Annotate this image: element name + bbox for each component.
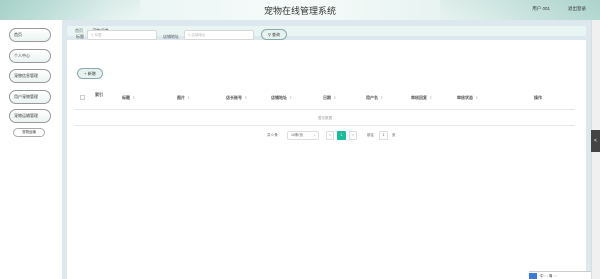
pager-page-suffix: 页 <box>392 133 396 137</box>
table-header: 索引 标题 ⇕ 图片 ⇕ 店长账号 ⇕ 店铺地址 ⇕ 日期 ⇕ 用户名 ⇕ 审核回复 ⇕ 审核… <box>75 85 575 110</box>
column-header-manager-account[interactable]: 店长账号 ⇕ <box>226 95 247 101</box>
select-all-checkbox[interactable] <box>80 95 85 100</box>
column-header-review-status[interactable]: 审核状态 ⇕ <box>457 95 478 101</box>
column-header-shop-address[interactable]: 店铺地址 ⇕ <box>271 95 292 101</box>
pager-goto-label: 前往 <box>367 133 374 137</box>
pager-total: 共 0 条 <box>267 133 278 137</box>
breadcrumb-home[interactable]: 首页 <box>75 28 83 33</box>
chevron-down-icon: ⌄ <box>313 133 316 137</box>
sidebar-item-home[interactable]: 首页 <box>9 28 51 42</box>
add-button[interactable]: + 新增 <box>77 68 103 79</box>
main-content: 首页 / 宠物运输 <box>62 20 591 279</box>
sidebar: 首页 个人中心 宠物信息管理 用户宠物管理 宠物运输管理 宠物运输 <box>0 20 62 279</box>
column-header-actions: 操作 <box>534 95 542 100</box>
sidebar-item-personal-center[interactable]: 个人中心 <box>9 49 51 63</box>
column-header-review-reply[interactable]: 审核回复 ⇕ <box>411 95 432 101</box>
title-filter-label: 标题 <box>76 34 84 39</box>
data-table: 索引 标题 ⇕ 图片 ⇕ 店长账号 ⇕ 店铺地址 ⇕ 日期 ⇕ 用户名 ⇕ 审核回复 ⇕ 审核… <box>75 85 575 126</box>
column-header-index[interactable]: 索引 <box>95 92 103 97</box>
top-header: 宠物在线管理系统 用户 001 退出登录 <box>0 0 600 20</box>
column-header-title[interactable]: 标题 ⇕ <box>122 95 135 101</box>
sidebar-subitem-pet-transport[interactable]: 宠物运输 <box>13 128 45 137</box>
input-method-indicator[interactable]: 中 ◦ ◦ 简 ◦ ◦ <box>540 273 557 279</box>
side-panel-toggle[interactable]: < <box>591 130 600 152</box>
pager-goto-input[interactable]: 1 <box>379 131 388 140</box>
sidebar-item-pet-info[interactable]: 宠物信息管理 <box>9 69 51 83</box>
pager-prev-button[interactable]: < <box>326 131 334 140</box>
sidebar-item-pet-transport[interactable]: 宠物运输管理 <box>9 109 51 123</box>
tray-app-icon[interactable] <box>529 273 537 279</box>
column-header-date[interactable]: 日期 ⇕ <box>323 95 336 101</box>
shop-address-filter-label: 店铺地址 <box>163 34 179 39</box>
system-tray: 中 ◦ ◦ 简 ◦ ◦ <box>529 271 591 279</box>
content-card <box>67 40 586 279</box>
column-header-image[interactable]: 图片 ⇕ <box>177 95 190 101</box>
sidebar-item-user-pets[interactable]: 用户宠物管理 <box>9 90 51 104</box>
column-header-username[interactable]: 用户名 ⇕ <box>366 95 383 101</box>
query-button[interactable]: ⚲ 查询 <box>261 29 287 40</box>
chevron-left-icon: < <box>594 138 597 144</box>
pager-page-1[interactable]: 1 <box>337 131 346 140</box>
title-filter-input[interactable]: ⚲ 标题 <box>87 30 157 40</box>
empty-table-message: 暂无数据 <box>75 110 575 126</box>
page-size-select[interactable]: 10条/页 ⌄ <box>287 131 319 140</box>
app-title: 宠物在线管理系统 <box>263 7 336 17</box>
current-user: 用户 001 <box>532 6 550 11</box>
logout-link[interactable]: 退出登录 <box>568 6 586 12</box>
shop-address-filter-input[interactable]: ⚲ 店铺地址 <box>184 30 254 40</box>
pager-next-button[interactable]: > <box>349 131 357 140</box>
